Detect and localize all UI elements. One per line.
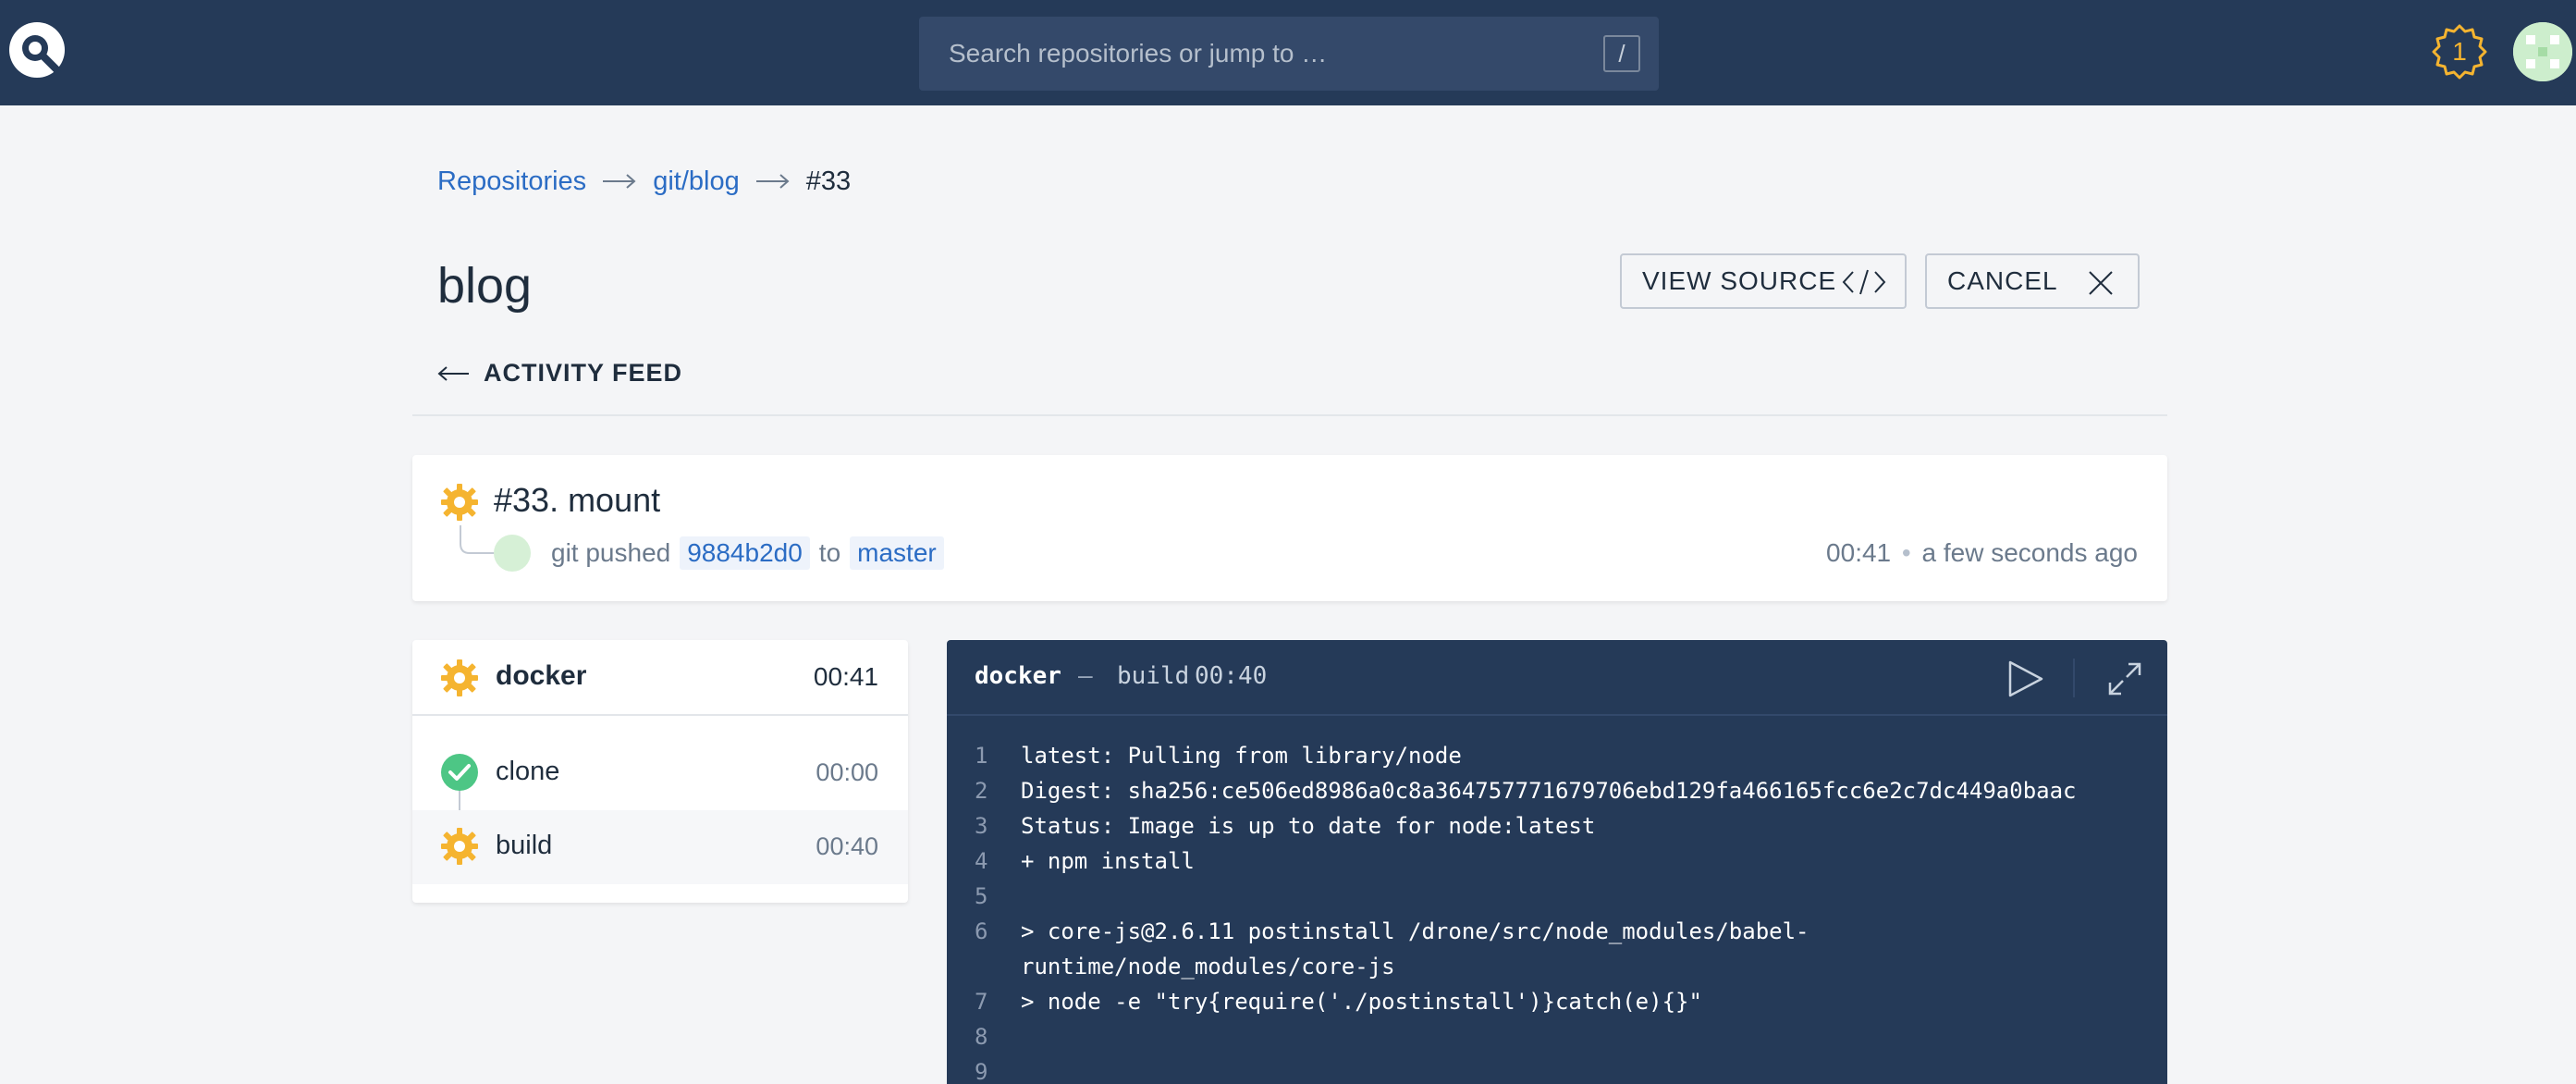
commit-hash-link[interactable]: 9884b2d0 [680, 536, 810, 570]
stage-header[interactable]: docker 00:41 [412, 640, 908, 716]
step-name: build [496, 831, 553, 860]
running-status-icon [441, 484, 478, 521]
breadcrumb-repo[interactable]: git/blog [653, 166, 740, 197]
search-placeholder: Search repositories or jump to … [949, 39, 1328, 68]
arrow-left-icon [437, 365, 469, 381]
line-number: 8 [975, 1024, 988, 1050]
line-text: + npm install [1021, 848, 1195, 874]
stage-panel: docker 00:41 clone 00:00 build 00:40 [412, 640, 908, 903]
build-summary-card: #33. mount git pushed 9884b2d0 to master… [412, 455, 2167, 601]
view-source-button[interactable]: VIEW SOURCE [1620, 253, 1907, 309]
code-icon [1842, 269, 1886, 295]
breadcrumb-repositories[interactable]: Repositories [437, 166, 586, 197]
breadcrumb: Repositories git/blog #33 [437, 163, 851, 200]
log-line: 2 Digest: sha256:ce506ed8986a0c8a36475777… [947, 773, 2130, 808]
drone-logo-icon[interactable] [7, 20, 67, 80]
line-number: 7 [975, 989, 988, 1015]
build-duration: 00:41 [1826, 538, 1892, 567]
running-status-icon [441, 659, 478, 696]
log-separator: — [1078, 662, 1093, 690]
build-relative-time: a few seconds ago [1921, 538, 2139, 567]
log-line: 8 [947, 1019, 2130, 1054]
log-line: 6 > core-js@2.6.11 postinstall /drone/src… [947, 914, 2130, 984]
log-panel: docker — build 00:40 1 latest: Pulling fr… [947, 640, 2167, 1084]
page-title: blog [437, 258, 533, 314]
avatar-pattern-icon [2513, 22, 2572, 81]
success-check-icon [441, 754, 478, 791]
notification-count: 1 [2452, 37, 2467, 66]
log-lines: 1 latest: Pulling from library/node 2 Dige… [947, 738, 2130, 1084]
log-header-divider [2073, 659, 2075, 697]
log-line: 1 latest: Pulling from library/node [947, 738, 2130, 773]
breadcrumb-build: #33 [805, 166, 852, 196]
view-source-label: VIEW SOURCE [1642, 266, 1837, 295]
step-duration: 00:00 [816, 758, 878, 786]
step-build[interactable]: build 00:40 [412, 810, 908, 884]
line-number: 2 [975, 778, 988, 804]
play-icon[interactable] [2005, 659, 2045, 699]
line-number: 1 [975, 743, 988, 769]
running-status-icon [441, 828, 478, 865]
line-text: > core-js@2.6.11 postinstall /drone/src/… [1021, 918, 1809, 979]
notification-button[interactable]: 1 [2430, 22, 2489, 81]
build-timing: 00:41 • a few seconds ago [1826, 538, 2138, 568]
cancel-button[interactable]: CANCEL [1925, 253, 2140, 309]
step-clone[interactable]: clone 00:00 [412, 736, 908, 810]
header-divider [412, 414, 2167, 416]
line-number: 9 [975, 1059, 988, 1084]
line-number: 4 [975, 848, 988, 874]
user-avatar[interactable] [2513, 22, 2572, 81]
log-line: 9 [947, 1054, 2130, 1084]
cancel-label: CANCEL [1947, 266, 2058, 295]
top-navbar: Search repositories or jump to … / 1 [0, 0, 2576, 105]
line-text: Digest: sha256:ce506ed8986a0c8a364757771… [1021, 778, 2077, 804]
line-number: 3 [975, 813, 988, 839]
log-line: 7 > node -e "try{require('./postinstall')… [947, 984, 2130, 1019]
log-line: 3 Status: Image is up to date for node:la… [947, 808, 2130, 844]
log-stage-name: docker [975, 662, 1061, 690]
search-shortcut-key: / [1603, 35, 1640, 72]
tree-connector [460, 525, 496, 554]
stage-name: docker [496, 660, 587, 691]
close-icon [2089, 271, 2113, 295]
author-avatar [494, 535, 531, 572]
line-text: Status: Image is up to date for node:lat… [1021, 813, 1596, 839]
build-commit-info: git pushed 9884b2d0 to master [551, 536, 953, 570]
time-separator: • [1901, 538, 1911, 567]
arrow-right-icon [755, 174, 790, 189]
line-text: latest: Pulling from library/node [1021, 743, 1462, 769]
branch-link[interactable]: master [850, 536, 944, 570]
activity-feed-link[interactable]: ACTIVITY FEED [437, 359, 682, 388]
to-label: to [818, 538, 841, 567]
log-step-name: build [1117, 662, 1190, 690]
step-name: clone [496, 757, 560, 786]
activity-feed-label: ACTIVITY FEED [484, 359, 683, 387]
build-title: #33. mount [494, 481, 661, 519]
step-duration: 00:40 [816, 832, 878, 860]
log-line: 5 [947, 879, 2130, 914]
line-number: 5 [975, 883, 988, 909]
line-text: > node -e "try{require('./postinstall')}… [1021, 989, 1702, 1015]
search-input[interactable]: Search repositories or jump to … / [919, 17, 1659, 91]
arrow-right-icon [603, 174, 636, 189]
log-header: docker — build 00:40 [947, 640, 2167, 716]
log-line: 4 + npm install [947, 844, 2130, 879]
author-action: git pushed [551, 538, 671, 567]
log-duration: 00:40 [1195, 662, 1268, 690]
line-number: 6 [975, 918, 988, 944]
expand-icon[interactable] [2106, 660, 2143, 697]
stage-duration: 00:41 [813, 662, 878, 691]
